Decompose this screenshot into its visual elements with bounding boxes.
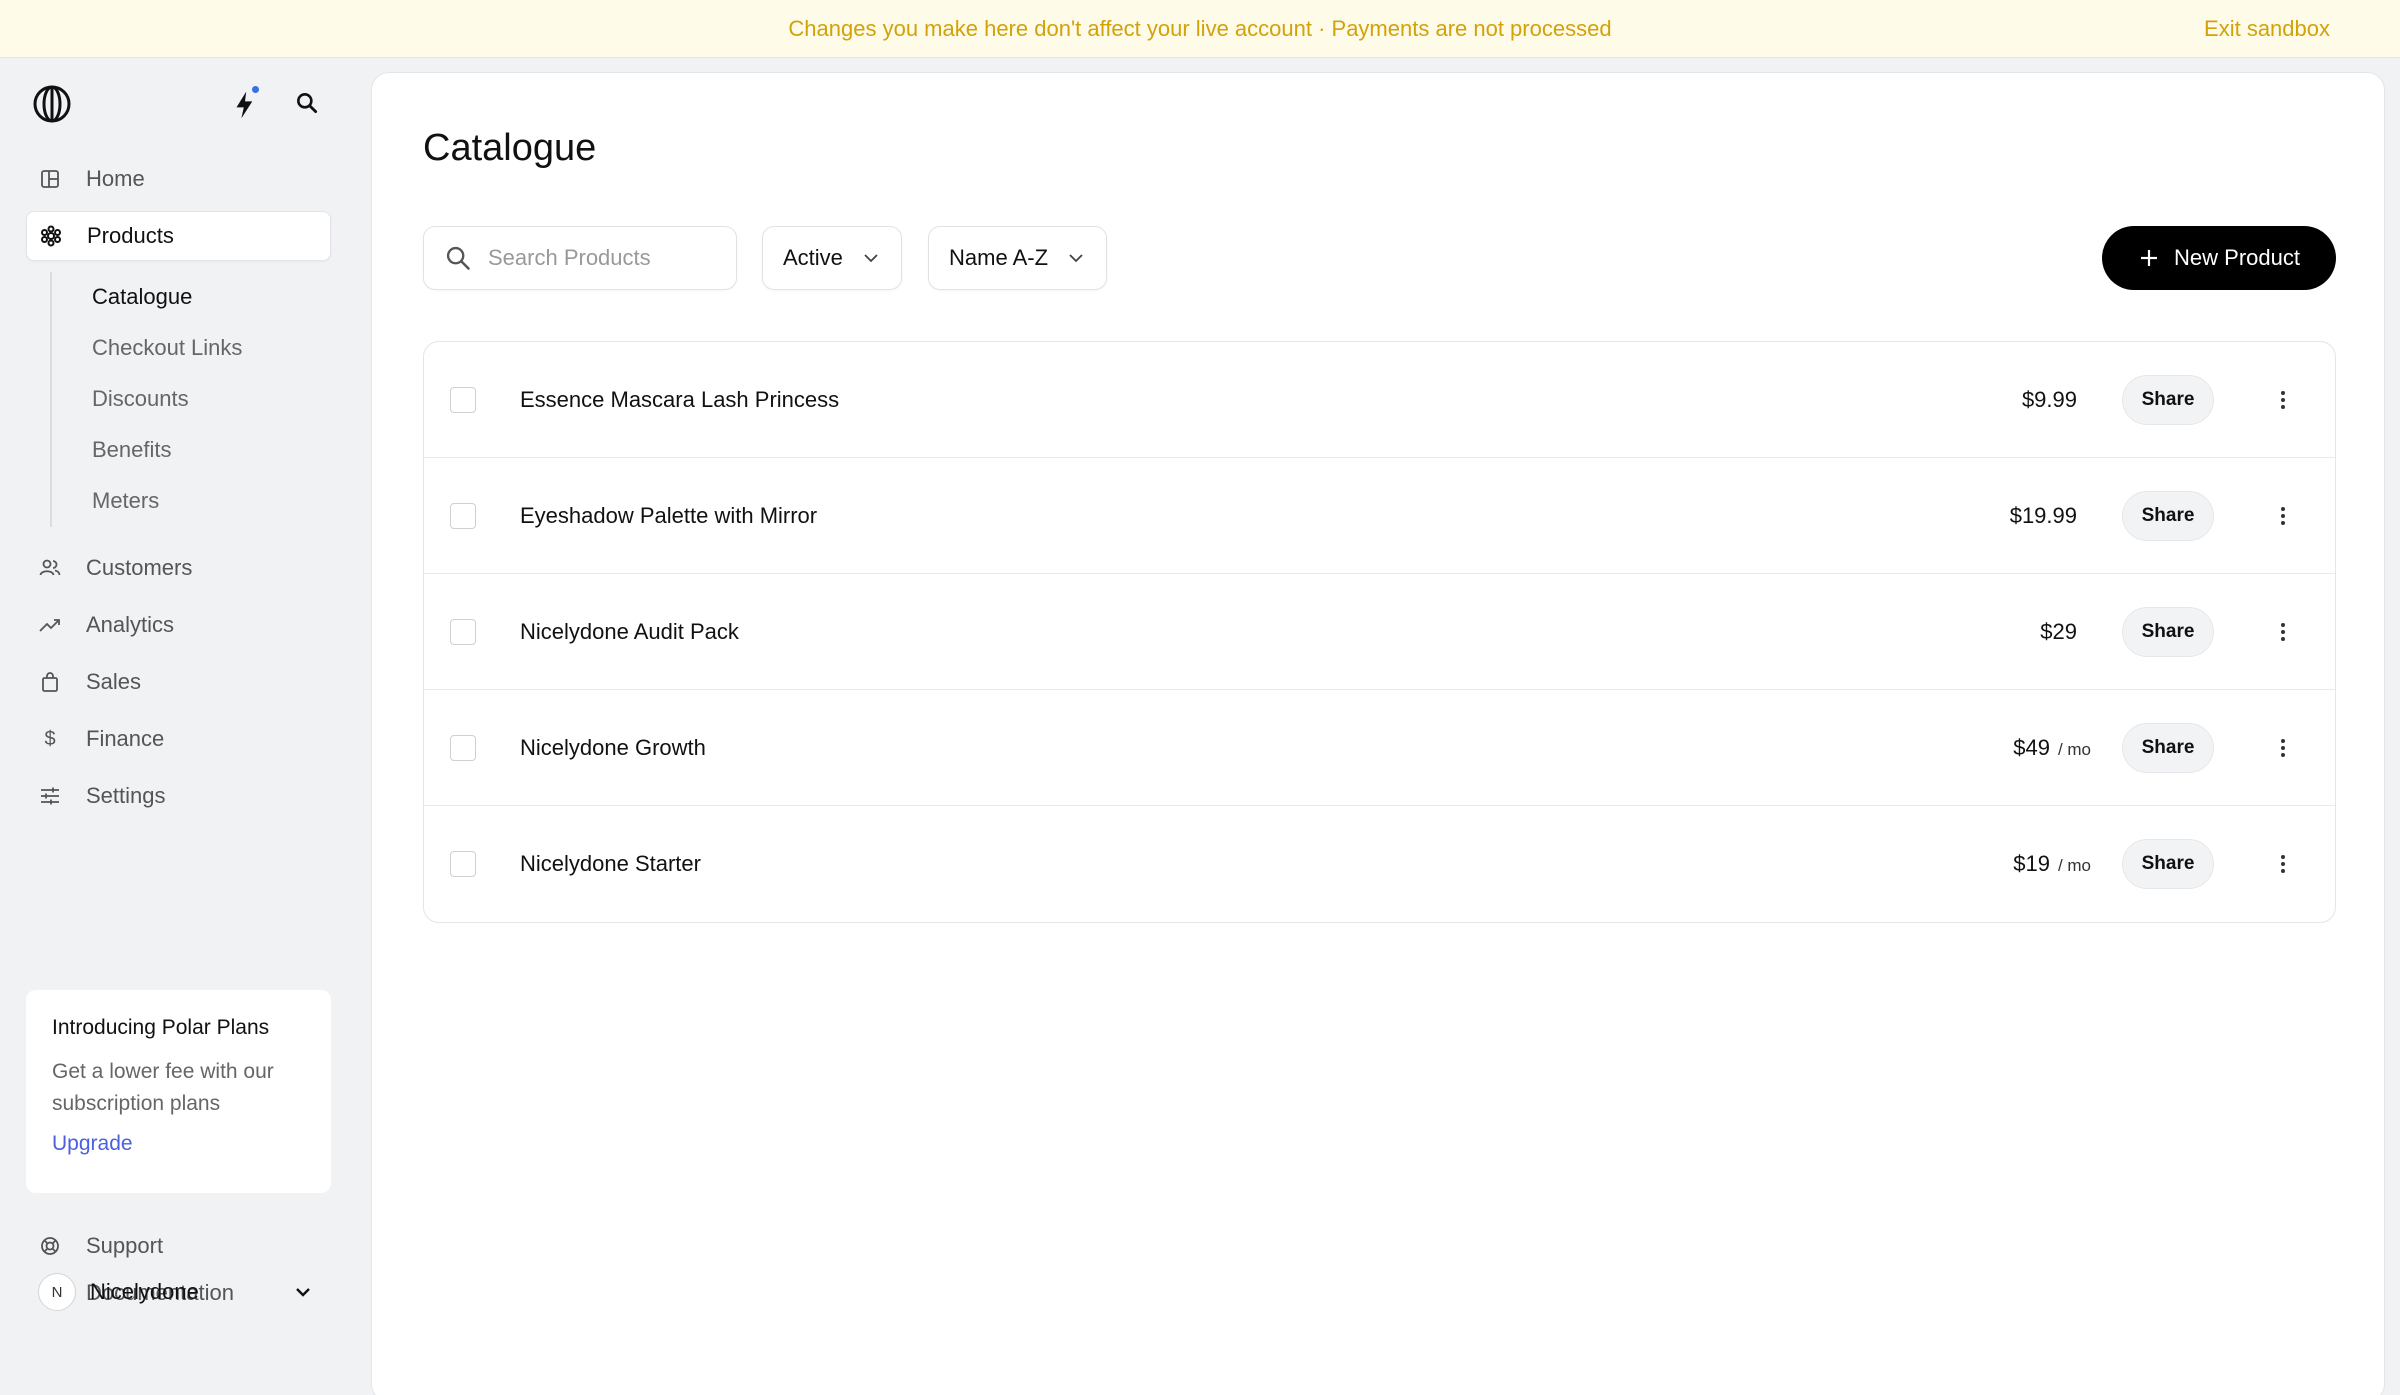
org-name: Nicelydone xyxy=(90,1279,199,1304)
footer-label: Support xyxy=(86,1233,164,1258)
nav-label: Customers xyxy=(86,555,193,580)
nav-label: Finance xyxy=(86,726,165,751)
share-button[interactable]: Share xyxy=(2122,722,2214,773)
nav-products[interactable]: Products xyxy=(26,211,331,261)
more-options-icon[interactable] xyxy=(2269,386,2297,414)
promo-description: Get a lower fee with our subscription pl… xyxy=(52,1060,274,1115)
row-checkbox[interactable] xyxy=(450,734,476,761)
chevron-down-icon xyxy=(296,1288,310,1297)
chevron-down-icon xyxy=(864,254,878,263)
product-name: Nicelydone Starter xyxy=(520,851,701,876)
polar-logo-icon[interactable] xyxy=(32,84,72,124)
share-button[interactable]: Share xyxy=(2122,490,2214,541)
nav-label: Analytics xyxy=(86,612,175,637)
sandbox-message: Changes you make here don't affect your … xyxy=(788,15,1612,41)
nav-customers[interactable]: Customers xyxy=(26,543,331,593)
price-amount: $49 xyxy=(2013,734,2050,760)
products-icon xyxy=(39,224,63,248)
nav-settings[interactable]: Settings xyxy=(26,771,331,821)
table-row[interactable]: Nicelydone Growth $49 / mo Share xyxy=(424,690,2335,806)
product-price: $9.99 xyxy=(2022,387,2085,413)
new-product-button[interactable]: New Product xyxy=(2102,226,2336,290)
support-icon xyxy=(38,1234,62,1258)
upgrade-link[interactable]: Upgrade xyxy=(52,1132,133,1156)
nav-analytics[interactable]: Analytics xyxy=(26,600,331,650)
promo-card: Introducing Polar Plans Get a lower fee … xyxy=(26,990,331,1193)
product-price: $29 xyxy=(2040,619,2085,645)
more-options-icon[interactable] xyxy=(2269,850,2297,878)
products-table: Essence Mascara Lash Princess $9.99 Shar… xyxy=(423,341,2336,923)
subnav-benefits[interactable]: Benefits xyxy=(92,430,172,470)
product-price: $49 / mo xyxy=(2013,735,2091,761)
sort-value: Name A-Z xyxy=(949,245,1049,270)
sort-dropdown[interactable]: Name A-Z xyxy=(928,226,1108,290)
org-switcher[interactable]: N Nicelydone xyxy=(26,1262,331,1322)
status-filter-dropdown[interactable]: Active xyxy=(762,226,902,290)
more-options-icon[interactable] xyxy=(2269,734,2297,762)
price-amount: $29 xyxy=(2040,618,2077,644)
avatar: N xyxy=(38,1273,76,1311)
search-icon[interactable] xyxy=(294,90,320,116)
settings-icon xyxy=(38,784,62,808)
subnav-discounts[interactable]: Discounts xyxy=(92,379,189,419)
nav-label: Home xyxy=(86,166,145,191)
notification-dot xyxy=(252,86,259,93)
row-checkbox[interactable] xyxy=(450,386,476,413)
nav-sales[interactable]: Sales xyxy=(26,657,331,707)
more-options-icon[interactable] xyxy=(2269,618,2297,646)
main-panel: Catalogue Active Name A-Z New Product Es… xyxy=(371,72,2385,1395)
plus-icon xyxy=(2141,250,2158,266)
table-row[interactable]: Essence Mascara Lash Princess $9.99 Shar… xyxy=(424,342,2335,458)
sales-icon xyxy=(38,670,62,694)
price-amount: $19 xyxy=(2013,851,2050,876)
subnav-divider xyxy=(50,272,52,527)
home-icon xyxy=(38,167,62,191)
table-row[interactable]: Nicelydone Starter $19 / mo Share xyxy=(424,806,2335,922)
chevron-down-icon xyxy=(1069,254,1083,263)
share-button[interactable]: Share xyxy=(2122,606,2214,657)
finance-icon: $ xyxy=(44,727,56,750)
sidebar: Home Products Catalogue Checkout Links D… xyxy=(0,58,370,1395)
subnav-meters[interactable]: Meters xyxy=(92,481,159,521)
status-filter-value: Active xyxy=(783,245,843,270)
page-title: Catalogue xyxy=(423,127,597,169)
product-name: Nicelydone Audit Pack xyxy=(520,618,739,644)
promo-title: Introducing Polar Plans xyxy=(52,1016,270,1039)
price-amount: $9.99 xyxy=(2021,386,2077,412)
bolt-icon[interactable] xyxy=(230,88,260,122)
nav-label: Sales xyxy=(86,669,142,694)
share-button[interactable]: Share xyxy=(2122,374,2214,425)
nav-support[interactable]: Support xyxy=(26,1226,163,1266)
search-icon xyxy=(446,246,470,270)
customers-icon xyxy=(38,556,62,580)
row-checkbox[interactable] xyxy=(450,851,476,877)
table-row[interactable]: Eyeshadow Palette with Mirror $19.99 Sha… xyxy=(424,458,2335,574)
nav-label: Products xyxy=(87,223,174,248)
product-price: $19.99 xyxy=(2010,503,2085,529)
price-amount: $19.99 xyxy=(2009,502,2077,528)
sandbox-banner: Changes you make here don't affect your … xyxy=(0,0,2400,58)
search-products[interactable] xyxy=(423,226,737,290)
product-name: Essence Mascara Lash Princess xyxy=(520,386,840,412)
subnav-catalogue[interactable]: Catalogue xyxy=(92,277,192,317)
nav-finance[interactable]: $ Finance xyxy=(26,714,331,764)
product-name: Nicelydone Growth xyxy=(520,734,706,760)
subnav-checkout-links[interactable]: Checkout Links xyxy=(92,328,242,368)
table-row[interactable]: Nicelydone Audit Pack $29 Share xyxy=(424,574,2335,690)
analytics-icon xyxy=(38,613,62,637)
price-period: / mo xyxy=(2057,739,2091,759)
search-input[interactable] xyxy=(488,245,718,271)
product-name: Eyeshadow Palette with Mirror xyxy=(520,502,818,528)
nav-home[interactable]: Home xyxy=(26,154,331,204)
more-options-icon[interactable] xyxy=(2269,502,2297,530)
product-price: $19 / mo xyxy=(2013,851,2091,877)
new-product-label: New Product xyxy=(2174,245,2300,270)
nav-label: Settings xyxy=(86,783,166,808)
row-checkbox[interactable] xyxy=(450,502,476,529)
exit-sandbox-link[interactable]: Exit sandbox xyxy=(2204,0,2330,58)
price-period: / mo xyxy=(2057,856,2091,875)
share-button[interactable]: Share xyxy=(2122,839,2214,889)
row-checkbox[interactable] xyxy=(450,618,476,645)
